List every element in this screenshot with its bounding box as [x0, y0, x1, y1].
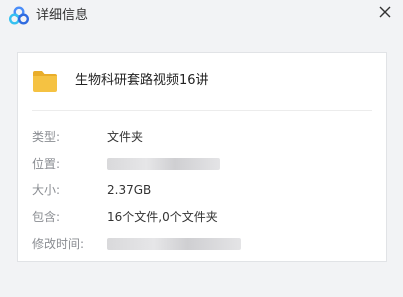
- contains-label: 包含:: [32, 210, 61, 224]
- modified-redacted-blur: [107, 238, 241, 250]
- type-label: 类型:: [32, 130, 61, 144]
- detail-row-size: 大小: 2.37GB: [18, 180, 386, 200]
- window-title: 详细信息: [36, 8, 89, 23]
- contains-value: 16个文件,0个文件夹: [107, 210, 218, 224]
- type-value: 文件夹: [107, 130, 144, 144]
- file-name: 生物科研套路视频16讲: [75, 73, 209, 88]
- divider: [32, 110, 372, 111]
- folder-icon: [33, 71, 57, 92]
- close-button[interactable]: [375, 2, 395, 22]
- detail-row-type: 类型: 文件夹: [18, 127, 386, 147]
- close-icon: [379, 6, 391, 18]
- modified-label: 修改时间:: [32, 237, 85, 251]
- detail-row-modified: 修改时间:: [18, 234, 386, 254]
- location-label: 位置:: [32, 157, 61, 171]
- file-header: 生物科研套路视频16讲: [18, 53, 386, 111]
- size-value: 2.37GB: [107, 183, 152, 197]
- baidu-netdisk-logo-icon: [9, 6, 29, 25]
- location-redacted-blur: [107, 158, 220, 170]
- size-label: 大小:: [32, 183, 61, 197]
- title-bar: 详细信息: [0, 0, 403, 34]
- detail-row-contains: 包含: 16个文件,0个文件夹: [18, 207, 386, 227]
- details-panel: 生物科研套路视频16讲 类型: 文件夹 位置: 大小: 2.37GB 包含: 1…: [17, 52, 387, 262]
- detail-row-location: 位置:: [18, 154, 386, 174]
